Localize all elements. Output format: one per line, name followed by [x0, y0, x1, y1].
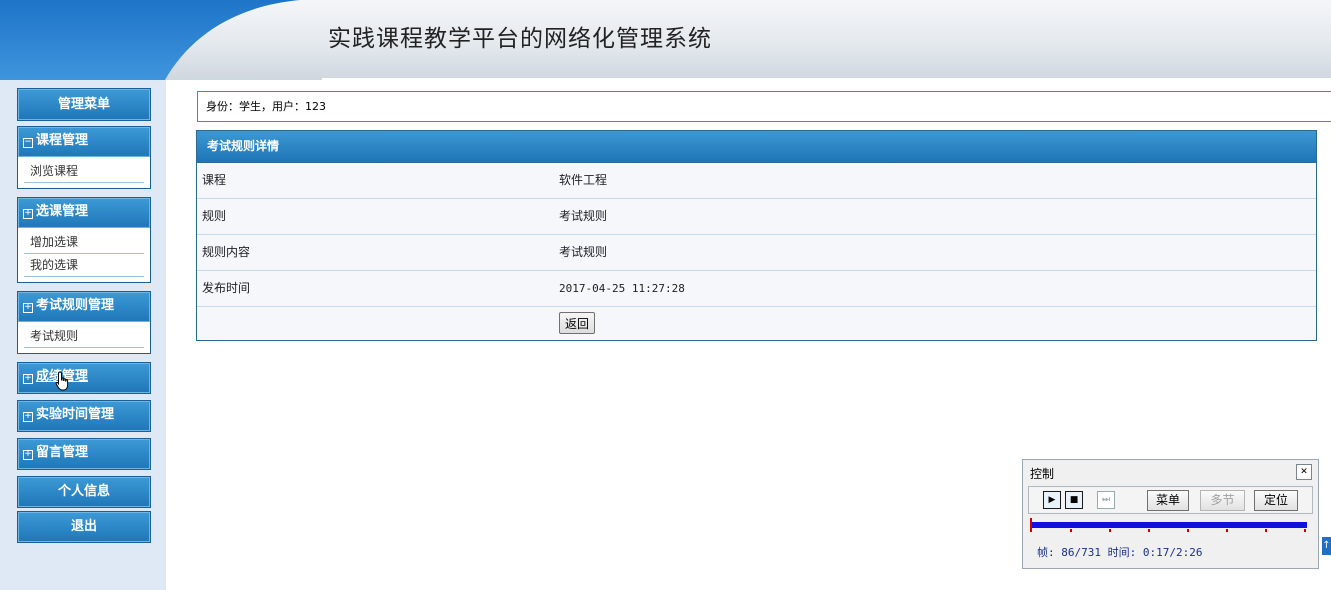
expand-icon[interactable]: +	[23, 450, 33, 460]
sidebar-group-label: 考试规则管理	[36, 298, 115, 313]
expand-icon[interactable]: +	[23, 412, 33, 422]
sidebar-group-messages-header[interactable]: + 留言管理	[18, 439, 150, 469]
detail-table-title: 考试规则详情	[197, 131, 1316, 163]
table-row: 返回	[197, 307, 1316, 341]
table-row: 发布时间 2017-04-25 11:27:28	[197, 271, 1316, 307]
row-value-publish-time: 2017-04-25 11:27:28	[559, 282, 685, 295]
row-label-rule: 规则	[202, 209, 227, 223]
exam-rule-detail-table: 考试规则详情 课程 软件工程 规则 考试规则 规则内容 考试规则 发布时间 20…	[196, 130, 1317, 341]
sidebar-group-label: 实验时间管理	[36, 407, 115, 422]
sidebar-group-label: 选课管理	[36, 204, 89, 219]
playback-status: 帧: 86/731 时间: 0:17/2:26	[1037, 546, 1203, 559]
sidebar-group-label: 课程管理	[36, 133, 89, 148]
control-panel-title: 控制	[1030, 467, 1055, 481]
sidebar-group-lab-time-header[interactable]: + 实验时间管理	[18, 401, 150, 431]
playback-control-panel: 控制 ✕ ▶ ■ ⏭ 菜单 多节 定位 帧: 86/731 时间: 0:17/2…	[1022, 459, 1319, 569]
sidebar-menu-title: 管理菜单	[17, 88, 151, 121]
sidebar: 管理菜单 − 课程管理 浏览课程 + 选课管理 增加选课 我的选课 + 考试规则管理 …	[0, 80, 166, 590]
sidebar-item-my-selection[interactable]: 我的选课	[24, 254, 144, 277]
page-title: 实践课程教学平台的网络化管理系统	[328, 26, 712, 52]
chapter-tick	[1304, 529, 1306, 532]
progress-marker[interactable]	[1030, 518, 1032, 532]
locate-button[interactable]: 定位	[1254, 490, 1298, 511]
sidebar-item-add-selection[interactable]: 增加选课	[24, 231, 144, 254]
sidebar-group-grades-header[interactable]: + 成绩管理	[18, 363, 150, 393]
chapter-tick	[1265, 529, 1267, 532]
hand-cursor-icon	[55, 371, 69, 391]
sidebar-group-selection: + 选课管理 增加选课 我的选课	[17, 197, 151, 283]
sidebar-group-label: 留言管理	[36, 445, 89, 460]
chapter-tick	[1187, 529, 1189, 532]
sidebar-group-course-header[interactable]: − 课程管理	[18, 127, 150, 157]
sidebar-group-course: − 课程管理 浏览课程	[17, 126, 151, 189]
row-label-rule-content: 规则内容	[202, 245, 251, 259]
sidebar-group-messages: + 留言管理	[17, 438, 151, 470]
chapter-tick	[1109, 529, 1111, 532]
chapter-tick	[1226, 529, 1228, 532]
play-icon[interactable]: ▶	[1043, 491, 1061, 509]
row-label-course: 课程	[202, 173, 227, 187]
sidebar-group-exam-rules-header[interactable]: + 考试规则管理	[18, 292, 150, 322]
back-button[interactable]: 返回	[559, 312, 596, 334]
row-label-publish-time: 发布时间	[202, 281, 251, 295]
personal-info-button[interactable]: 个人信息	[17, 476, 151, 508]
collapse-icon[interactable]: −	[23, 138, 33, 148]
expand-icon[interactable]: +	[23, 303, 33, 313]
sidebar-group-exam-rules: + 考试规则管理 考试规则	[17, 291, 151, 354]
stop-icon[interactable]: ■	[1065, 491, 1083, 509]
sidebar-group-lab-time: + 实验时间管理	[17, 400, 151, 432]
table-row: 规则内容 考试规则	[197, 235, 1316, 271]
step-forward-icon[interactable]: ⏭	[1097, 491, 1115, 509]
sidebar-group-grades: + 成绩管理	[17, 362, 151, 394]
sidebar-group-selection-header[interactable]: + 选课管理	[18, 198, 150, 228]
row-value-rule-content: 考试规则	[559, 245, 608, 259]
sidebar-item-browse-courses[interactable]: 浏览课程	[24, 160, 144, 183]
control-toolbar: ▶ ■ ⏭ 菜单 多节 定位	[1028, 486, 1313, 514]
expand-icon[interactable]: +	[23, 374, 33, 384]
sidebar-item-exam-rules[interactable]: 考试规则	[24, 325, 144, 348]
logout-button[interactable]: 退出	[17, 511, 151, 543]
menu-button[interactable]: 菜单	[1147, 490, 1189, 511]
table-row: 规则 考试规则	[197, 199, 1316, 235]
identity-bar: 身份：学生，用户：123	[197, 91, 1331, 122]
chapter-tick	[1070, 529, 1072, 532]
multi-section-button[interactable]: 多节	[1200, 490, 1245, 511]
header-banner: 实践课程教学平台的网络化管理系统	[0, 0, 1331, 80]
expand-icon[interactable]: +	[23, 209, 33, 219]
close-icon[interactable]: ✕	[1296, 464, 1312, 480]
header-blue-shape	[0, 0, 330, 80]
row-value-rule: 考试规则	[559, 209, 608, 223]
playback-progress-bar[interactable]	[1031, 522, 1307, 528]
chapter-tick	[1148, 529, 1150, 532]
table-row: 课程 软件工程	[197, 163, 1316, 199]
scroll-up-icon[interactable]: ↑	[1322, 537, 1331, 555]
row-value-course: 软件工程	[559, 173, 608, 187]
header-divider	[322, 78, 1331, 80]
